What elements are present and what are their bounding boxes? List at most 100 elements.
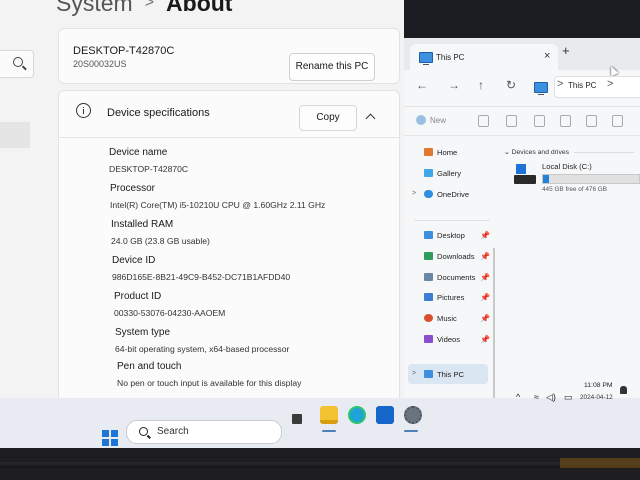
spec-label: System type	[115, 327, 171, 338]
nav-item-videos[interactable]: Videos	[424, 335, 460, 344]
nav-item-downloads[interactable]: Downloads	[424, 252, 475, 261]
system-tray: ^ ≈ ◁) ▭ 11:08 PM 2024-04-12	[512, 378, 632, 418]
settings-search-box[interactable]	[0, 50, 34, 78]
breadcrumb-separator: >	[144, 0, 155, 11]
home-icon	[424, 148, 433, 156]
rename-pc-button[interactable]: Rename this PC	[289, 53, 375, 81]
close-tab-icon[interactable]: ×	[544, 50, 550, 62]
device-specifications-card: Device specifications Copy Device name D…	[58, 90, 400, 403]
onedrive-icon	[424, 190, 433, 198]
address-path[interactable]: This PC	[568, 81, 596, 90]
drive-free-space: 445 GB free of 476 GB	[542, 186, 608, 193]
spec-value: Intel(R) Core(TM) i5-10210U CPU @ 1.60GH…	[110, 200, 326, 210]
nav-selected-item[interactable]	[0, 122, 30, 148]
spec-label: Device name	[109, 147, 168, 158]
group-divider	[574, 152, 634, 153]
file-explorer-window: This PC × + ← → ↑ ↻ > This PC > New Home…	[404, 38, 640, 398]
nav-scrollbar[interactable]	[493, 248, 495, 398]
spec-row-installed-ram: Installed RAM 24.0 GB (23.8 GB usable)	[111, 219, 210, 246]
tab-this-pc[interactable]: This PC ×	[410, 44, 558, 70]
wifi-icon[interactable]: ≈	[534, 392, 539, 402]
navigation-pane: Home Gallery > OneDrive Desktop 📌 Downlo…	[404, 138, 495, 398]
cut-icon[interactable]	[478, 115, 489, 127]
specs-title: Device specifications	[107, 107, 210, 119]
documents-icon	[424, 273, 433, 281]
edge-icon[interactable]	[348, 406, 366, 424]
volume-icon[interactable]: ◁)	[546, 392, 556, 403]
drive-usage-bar	[542, 174, 640, 184]
delete-icon[interactable]	[612, 115, 623, 127]
pictures-icon	[424, 293, 433, 301]
refresh-icon[interactable]: ↻	[506, 78, 516, 92]
desktop-icon	[424, 231, 433, 239]
pin-icon: 📌	[480, 293, 490, 302]
nav-label: This PC	[437, 370, 465, 379]
nav-item-documents[interactable]: Documents	[424, 273, 475, 282]
new-label: New	[430, 116, 447, 125]
nav-item-home[interactable]: Home	[424, 148, 457, 157]
nav-label: Home	[437, 148, 458, 157]
address-chevron-icon: >	[557, 78, 564, 90]
spec-label: Pen and touch	[117, 361, 182, 372]
nav-item-music[interactable]: Music	[424, 314, 457, 323]
nav-item-this-pc[interactable]: This PC	[424, 370, 464, 379]
spec-value: No pen or touch input is available for t…	[117, 378, 302, 388]
gallery-icon	[424, 169, 433, 177]
devices-and-drives-header[interactable]: ⌄ Devices and drives	[504, 148, 569, 156]
copy-button[interactable]: Copy	[299, 105, 357, 131]
share-icon[interactable]	[586, 115, 597, 127]
task-view-icon[interactable]	[292, 414, 302, 424]
copy-icon[interactable]	[506, 115, 517, 127]
show-hidden-icons-chevron-icon[interactable]: ^	[516, 392, 520, 402]
new-tab-button[interactable]: +	[562, 43, 570, 58]
paste-icon[interactable]	[534, 115, 545, 127]
nav-item-onedrive[interactable]: OneDrive	[424, 190, 469, 199]
local-disk-icon[interactable]	[514, 164, 536, 184]
up-arrow-icon[interactable]: ↑	[478, 78, 484, 92]
chevron-up-icon[interactable]	[365, 113, 376, 124]
specs-header[interactable]: Device specifications Copy	[59, 91, 399, 138]
spec-row-pen-and-touch: Pen and touch No pen or touch input is a…	[117, 361, 301, 388]
nav-label: Gallery	[437, 169, 462, 178]
nav-item-gallery[interactable]: Gallery	[424, 169, 461, 178]
active-app-indicator	[322, 430, 336, 432]
store-icon[interactable]	[376, 406, 394, 424]
spec-row-device-name: Device name DESKTOP-T42870C	[109, 147, 188, 174]
laptop-hinge	[0, 462, 640, 468]
taskbar-search-label: Search	[157, 426, 189, 437]
taskbar: Search ^ ≈ ◁) ▭ 11:08 PM 2024-04-12	[0, 382, 640, 448]
drive-usage-fill	[543, 175, 550, 183]
content-pane: ⌄ Devices and drives Local Disk (C:) 445…	[500, 138, 640, 398]
expand-chevron-icon[interactable]: >	[412, 370, 416, 377]
forward-arrow-icon[interactable]: →	[448, 78, 460, 92]
clock-time[interactable]: 11:08 PM	[584, 382, 613, 389]
address-input[interactable]	[554, 76, 640, 98]
nav-item-desktop[interactable]: Desktop	[424, 231, 465, 240]
clock-date[interactable]: 2024-04-12	[580, 394, 613, 401]
spec-row-device-id: Device ID 986D165E-8B21-49C9-B452-DC71B1…	[112, 255, 290, 282]
battery-icon[interactable]: ▭	[564, 392, 573, 403]
taskbar-search-box[interactable]: Search	[126, 420, 282, 444]
breadcrumb-parent[interactable]: System	[56, 0, 133, 16]
notification-icon[interactable]	[620, 386, 627, 394]
windows-start-icon[interactable]	[102, 430, 118, 446]
disk-body	[514, 175, 536, 184]
pin-icon: 📌	[480, 335, 490, 344]
file-explorer-icon[interactable]	[320, 406, 338, 424]
back-arrow-icon[interactable]: ←	[416, 78, 428, 92]
spec-row-product-id: Product ID 00330-53076-04230-AAOEM	[114, 291, 225, 318]
laptop-bezel	[0, 448, 640, 480]
tab-bar: This PC × +	[404, 38, 640, 70]
downloads-icon	[424, 252, 433, 260]
settings-window: System > About DESKTOP-T42870C 20S00032US …	[0, 0, 404, 403]
spec-label: Processor	[110, 183, 156, 194]
spec-row-processor: Processor Intel(R) Core(TM) i5-10210U CP…	[110, 183, 325, 210]
rename-icon[interactable]	[560, 115, 571, 127]
drive-name[interactable]: Local Disk (C:)	[542, 162, 592, 171]
this-pc-icon	[419, 52, 433, 65]
settings-gear-icon[interactable]	[404, 406, 422, 424]
expand-chevron-icon[interactable]: >	[412, 190, 416, 197]
music-icon	[424, 314, 433, 322]
nav-item-pictures[interactable]: Pictures	[424, 293, 464, 302]
new-button[interactable]: New	[416, 115, 446, 125]
